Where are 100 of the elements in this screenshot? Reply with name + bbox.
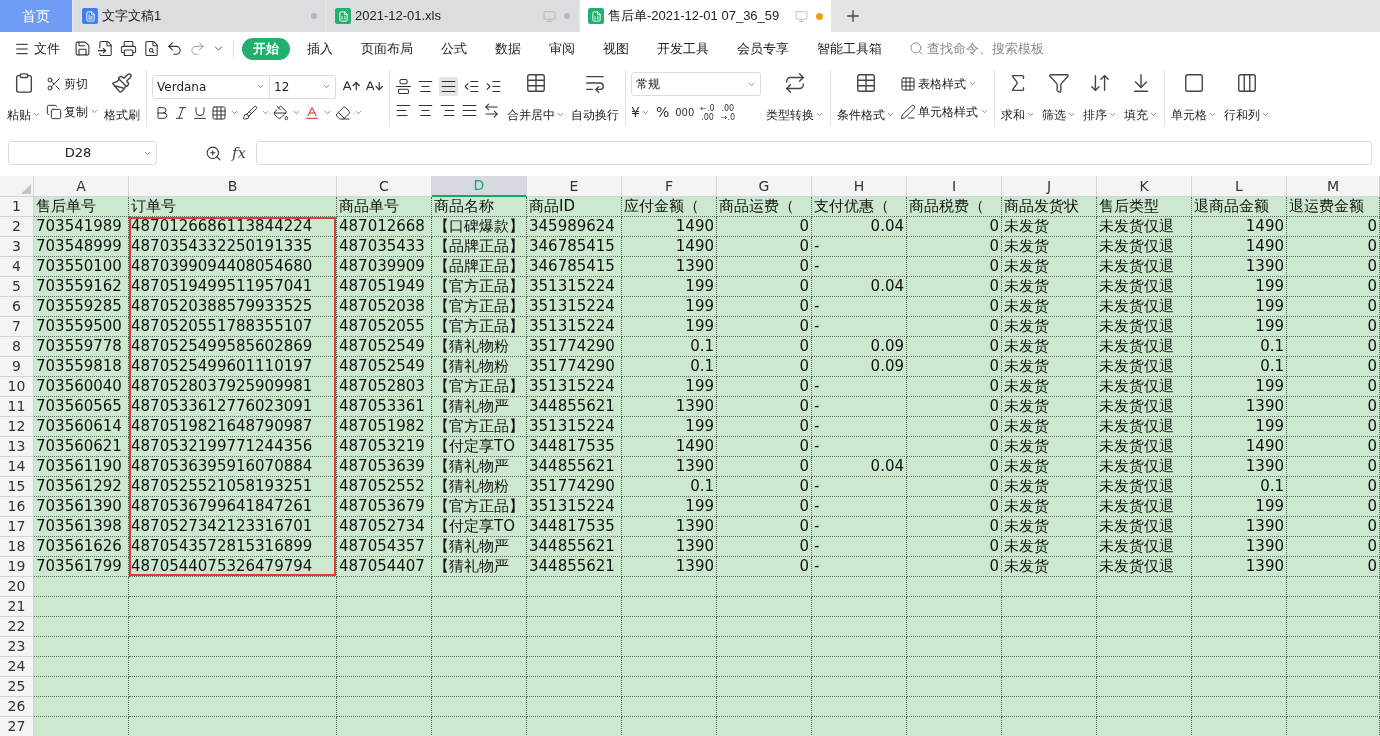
ribbon-tab[interactable]: 智能工具箱 xyxy=(806,37,893,60)
font-size-select[interactable]: 12 xyxy=(270,74,336,99)
zoom-icon[interactable] xyxy=(205,144,222,162)
column-header[interactable]: K xyxy=(1097,176,1192,197)
row-number[interactable]: 12 xyxy=(0,417,34,437)
align-bottom-button[interactable] xyxy=(439,76,458,96)
eraser-icon[interactable] xyxy=(335,104,351,121)
cut-button[interactable]: 剪切 xyxy=(46,71,99,96)
caret-icon xyxy=(886,110,895,119)
row-number[interactable]: 5 xyxy=(0,277,34,297)
column-header[interactable]: G xyxy=(717,176,812,197)
ribbon-tab[interactable]: 公式 xyxy=(430,37,478,60)
table-cell: 【官方正品】 xyxy=(432,497,527,517)
search-field[interactable]: 查找命令、搜索模板 xyxy=(909,38,1077,59)
ribbon-tab[interactable]: 数据 xyxy=(484,37,532,60)
row-number[interactable]: 4 xyxy=(0,257,34,277)
row-number[interactable]: 14 xyxy=(0,457,34,477)
column-header[interactable]: J xyxy=(1002,176,1097,197)
row-number[interactable]: 13 xyxy=(0,437,34,457)
number-format-select[interactable]: 常规 xyxy=(631,72,761,96)
sum-button[interactable]: 求和 xyxy=(1000,71,1036,124)
column-header[interactable]: C xyxy=(337,176,432,197)
ribbon-tab[interactable]: 视图 xyxy=(592,37,640,60)
ribbon-tab[interactable]: 开发工具 xyxy=(646,37,720,60)
brush-icon[interactable] xyxy=(242,104,258,121)
row-number[interactable]: 24 xyxy=(0,657,34,677)
percent-button[interactable]: % xyxy=(655,102,670,123)
print-preview-icon[interactable] xyxy=(143,40,160,57)
row-number[interactable]: 23 xyxy=(0,637,34,657)
bold-icon[interactable] xyxy=(154,104,170,121)
ribbon-tab[interactable]: 会员专享 xyxy=(726,37,800,60)
row-number[interactable]: 2 xyxy=(0,217,34,237)
cell-button[interactable]: 单元格 xyxy=(1170,71,1218,124)
font-select[interactable]: Verdana xyxy=(152,74,270,99)
column-header[interactable]: I xyxy=(907,176,1002,197)
conditional-format-button[interactable]: 条件格式 xyxy=(836,71,896,124)
thousands-button[interactable]: 000 xyxy=(675,105,695,120)
formula-field[interactable] xyxy=(256,141,1372,165)
row-number[interactable]: 10 xyxy=(0,377,34,397)
row-number[interactable]: 25 xyxy=(0,677,34,697)
format-painter-button[interactable]: 格式刷 xyxy=(103,71,141,124)
table-style-button[interactable]: 表格样式 xyxy=(900,71,989,96)
print-icon[interactable] xyxy=(120,40,137,57)
row-number[interactable]: 20 xyxy=(0,577,34,597)
row-number[interactable]: 11 xyxy=(0,397,34,417)
distribute-icon[interactable] xyxy=(483,101,500,119)
column-header[interactable]: E xyxy=(527,176,622,197)
row-number[interactable]: 7 xyxy=(0,317,34,337)
column-header[interactable]: B xyxy=(129,176,337,197)
row-number[interactable]: 19 xyxy=(0,557,34,577)
row-number[interactable]: 17 xyxy=(0,517,34,537)
ribbon-tab[interactable]: 审阅 xyxy=(538,37,586,60)
row-number[interactable]: 26 xyxy=(0,697,34,717)
file-menu[interactable]: 文件 xyxy=(14,38,60,59)
row-number[interactable]: 1 xyxy=(0,197,34,217)
name-box[interactable]: D28 xyxy=(8,141,157,165)
copy-button[interactable]: 复制 xyxy=(46,99,99,124)
undo-icon[interactable] xyxy=(166,40,183,57)
underline-icon[interactable] xyxy=(192,104,208,121)
export-icon[interactable] xyxy=(97,40,114,57)
row-number[interactable]: 6 xyxy=(0,297,34,317)
row-number[interactable]: 9 xyxy=(0,357,34,377)
decrease-decimal-button[interactable]: .00 →.0 xyxy=(720,103,735,122)
convert-type-button[interactable]: 类型转换 xyxy=(765,71,825,124)
row-number[interactable]: 8 xyxy=(0,337,34,357)
fill-button[interactable]: 填充 xyxy=(1123,71,1159,124)
column-header[interactable]: A xyxy=(34,176,129,197)
font-color-icon[interactable] xyxy=(304,104,320,121)
paste-button[interactable]: 粘贴 xyxy=(6,71,42,124)
column-header[interactable]: L xyxy=(1192,176,1287,197)
row-number[interactable]: 21 xyxy=(0,597,34,617)
row-number[interactable]: 27 xyxy=(0,717,34,736)
sort-button[interactable]: 排序 xyxy=(1082,71,1118,124)
row-number[interactable]: 16 xyxy=(0,497,34,517)
filter-button[interactable]: 筛选 xyxy=(1041,71,1077,124)
merge-center-button[interactable]: 合并居中 xyxy=(506,71,566,124)
rows-columns-button[interactable]: 行和列 xyxy=(1223,71,1271,124)
cell-style-button[interactable]: 单元格样式 xyxy=(900,99,989,124)
ribbon-tab[interactable]: 页面布局 xyxy=(350,37,424,60)
document-tab[interactable]: 文字文稿1 xyxy=(74,0,325,32)
borders-icon[interactable] xyxy=(211,104,227,121)
fx-label[interactable]: fx xyxy=(232,141,246,165)
fill-color-icon[interactable] xyxy=(273,104,289,121)
save-icon[interactable] xyxy=(74,40,91,57)
align-top-icon[interactable] xyxy=(395,77,412,95)
column-header[interactable]: F xyxy=(622,176,717,197)
row-number[interactable]: 15 xyxy=(0,477,34,497)
row-number[interactable]: 18 xyxy=(0,537,34,557)
column-header[interactable]: M xyxy=(1287,176,1380,197)
document-tab[interactable]: 2021-12-01.xls xyxy=(327,0,578,32)
column-header[interactable]: H xyxy=(812,176,907,197)
currency-button[interactable]: ¥ xyxy=(631,102,650,123)
row-number[interactable]: 22 xyxy=(0,617,34,637)
increase-decimal-button[interactable]: ←.0 .00 xyxy=(700,103,715,122)
row-number[interactable]: 3 xyxy=(0,237,34,257)
wrap-text-button[interactable]: 自动换行 xyxy=(570,71,620,124)
ribbon-tab[interactable]: 插入 xyxy=(296,37,344,60)
italic-icon[interactable] xyxy=(173,104,189,121)
document-tab[interactable]: 售后单-2021-12-01 07_36_59 xyxy=(580,0,831,32)
table-cell: 351774290 xyxy=(527,337,622,357)
